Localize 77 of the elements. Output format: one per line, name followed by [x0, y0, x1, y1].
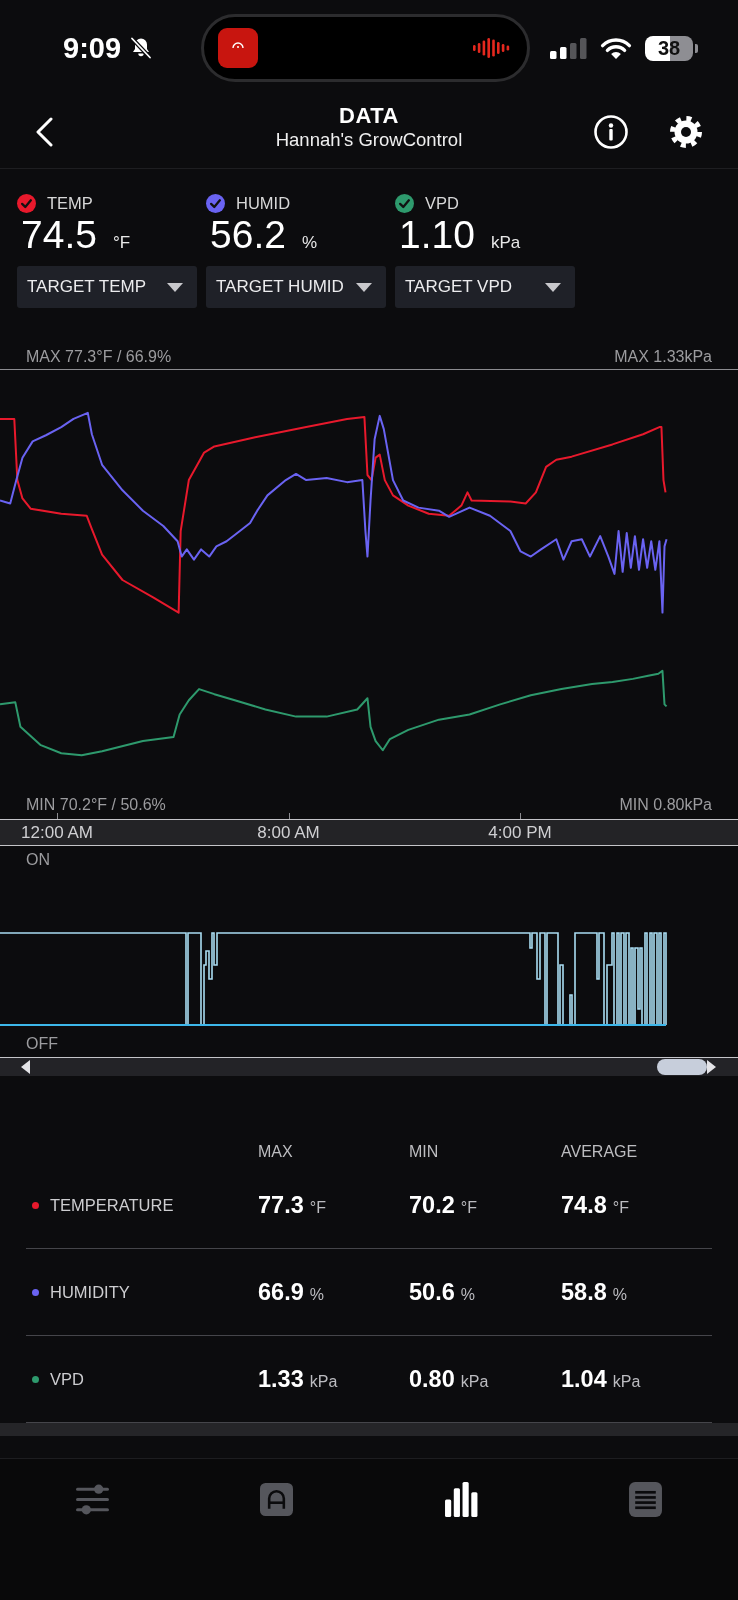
stat-unit: °F — [612, 1198, 629, 1217]
axis-tick — [288, 813, 290, 819]
axis-tick — [57, 813, 58, 819]
min-label: MIN 70.2°F / 50.6% — [26, 794, 166, 815]
reading-unit: kPa — [490, 233, 521, 253]
column-header: AVERAGE — [561, 1141, 639, 1162]
stat-unit: kPa — [612, 1372, 641, 1391]
stat-value: 74.8 — [561, 1191, 607, 1219]
column-header: MIN — [409, 1141, 440, 1162]
settings-icon — [669, 115, 703, 149]
battery-indicator: 38 — [645, 35, 698, 61]
wifi-icon — [600, 36, 632, 60]
reading-label: VPD — [425, 193, 459, 213]
stat-value: 66.9 — [258, 1278, 304, 1306]
reading-unit: °F — [112, 233, 131, 253]
on-label: ON — [26, 849, 50, 870]
scrollbar-thumb[interactable] — [657, 1059, 707, 1075]
info-icon — [594, 115, 628, 149]
target-dropdown[interactable]: TARGET VPD — [395, 266, 575, 308]
stat-value: 0.80 — [409, 1365, 455, 1393]
list-tile-icon — [629, 1482, 663, 1517]
check-circle-icon[interactable] — [395, 193, 414, 213]
target-dropdown[interactable]: TARGET TEMP — [17, 266, 197, 308]
screen-title: DATA — [339, 104, 399, 128]
row-label: TEMPERATURE — [50, 1195, 174, 1215]
stat-unit: % — [460, 1285, 475, 1304]
reading-label: TEMP — [47, 193, 93, 213]
time-label: 8:00 AM — [257, 823, 320, 843]
time-label: 12:00 AM — [21, 823, 93, 843]
time-label: 4:00 PM — [488, 823, 552, 843]
stat-unit: % — [612, 1285, 627, 1304]
min-label: MIN 0.80kPa — [619, 794, 712, 815]
back-button[interactable] — [35, 117, 54, 147]
stat-value: 58.8 — [561, 1278, 607, 1306]
target-dropdown[interactable]: TARGET HUMID — [206, 266, 386, 308]
reading-value: 56.2 — [210, 214, 286, 256]
check-circle-icon[interactable] — [17, 193, 36, 213]
waveform-icon — [473, 36, 511, 60]
row-label: HUMIDITY — [50, 1282, 130, 1302]
bell-slash-icon — [129, 36, 154, 60]
check-circle-icon[interactable] — [206, 193, 225, 213]
stat-value: 1.04 — [561, 1365, 607, 1393]
max-label: MAX 1.33kPa — [614, 347, 712, 367]
stat-unit: kPa — [460, 1372, 489, 1391]
stat-value: 1.33 — [258, 1365, 304, 1393]
stat-value: 77.3 — [258, 1191, 304, 1219]
stat-unit: °F — [460, 1198, 477, 1217]
status-time: 9:09 — [63, 31, 122, 65]
caret-down-icon — [167, 282, 183, 292]
sliders-icon — [75, 1482, 109, 1517]
chevron-left-icon — [35, 117, 54, 147]
triangle-left-icon[interactable] — [21, 1060, 30, 1074]
stat-unit: kPa — [309, 1372, 338, 1391]
stat-unit: % — [309, 1285, 324, 1304]
triangle-right-icon[interactable] — [707, 1060, 716, 1074]
screen-subtitle: Hannah's GrowControl — [275, 128, 463, 152]
app-icon[interactable] — [218, 28, 258, 68]
stat-value: 70.2 — [409, 1191, 455, 1219]
bar-chart-icon — [444, 1482, 478, 1517]
off-label: OFF — [26, 1034, 58, 1054]
caret-down-icon — [545, 282, 561, 292]
reading-value: 1.10 — [399, 214, 475, 256]
stat-value: 50.6 — [409, 1278, 455, 1306]
arch-tile-icon — [260, 1482, 294, 1517]
reading-value: 74.5 — [21, 214, 97, 256]
row-label: VPD — [50, 1369, 84, 1389]
reading-unit: % — [301, 233, 318, 253]
column-header: MAX — [258, 1141, 294, 1162]
stat-unit: °F — [309, 1198, 326, 1217]
reading-label: HUMID — [236, 193, 291, 213]
nav-tab[interactable] — [444, 1482, 478, 1517]
signal-icon — [550, 37, 587, 59]
max-label: MAX 77.3°F / 66.9% — [26, 347, 172, 367]
info-button[interactable] — [594, 115, 628, 149]
settings-button[interactable] — [669, 115, 703, 149]
axis-tick — [520, 813, 521, 819]
caret-down-icon — [356, 282, 372, 292]
